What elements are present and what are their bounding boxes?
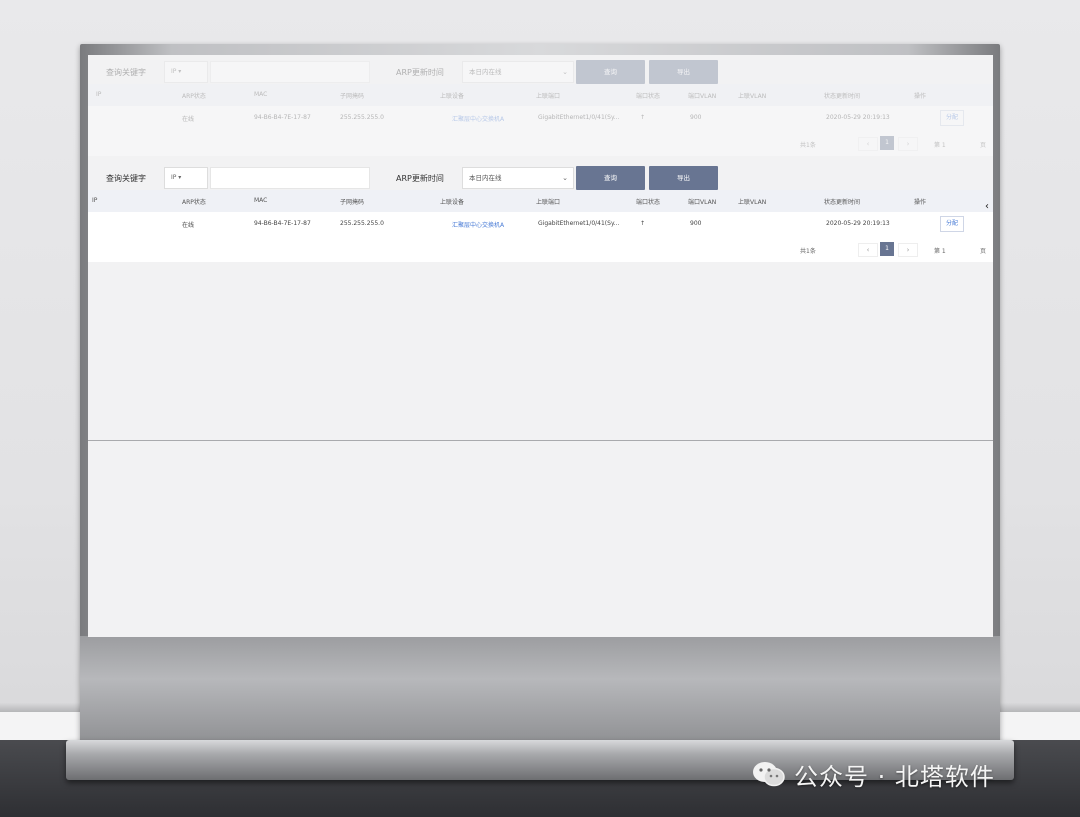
pager-next-button[interactable]: › [898, 243, 918, 257]
ghost-th-action: 操作 [914, 93, 927, 100]
export-button[interactable]: 导出 [649, 166, 718, 190]
ghost-pager: 共1条 ‹ 1 › 第 1 页 [88, 130, 993, 156]
ghost-cell-time: 2020-05-29 20:19:13 [826, 114, 890, 121]
watermark-text: 公众号 · 北塔软件 [794, 762, 995, 791]
ghost-th-port-status: 端口状态 [636, 93, 661, 100]
display-bezel-bottom [80, 636, 1000, 744]
ghost-cell-mac: 94-B6-B4-7E-17-87 [254, 114, 311, 121]
query-toolbar: 查询关键字 IP ▾ ARP更新时间 本日内在线 ⌄ 查询 导出 [88, 163, 993, 193]
ghost-th-device: 上联设备 [440, 93, 465, 100]
ghost-toolbar: 查询关键字 IP ▾ ARP更新时间 本日内在线 ⌄ 查询 导出 [88, 57, 993, 87]
ghost-th-up-vlan: 上联VLAN [738, 93, 767, 100]
ghost-keyword-label: 查询关键字 [106, 68, 146, 77]
keyword-label: 查询关键字 [106, 174, 146, 183]
ghost-pager-total: 共1条 [800, 142, 816, 149]
th-ip[interactable]: IP [92, 197, 97, 204]
ghost-cell-arp: 在线 [182, 116, 195, 123]
arp-table: IP ARP状态 MAC 子网掩码 上联设备 上联端口 端口状态 端口VLAN … [88, 190, 993, 262]
wechat-icon [753, 762, 785, 787]
ghost-pager-current[interactable]: 1 [880, 136, 894, 150]
assign-button[interactable]: 分配 [940, 216, 964, 232]
time-select-value: 本日内在线 [469, 174, 502, 182]
cell-port-vlan: 900 [690, 220, 702, 227]
cell-arp-status: 在线 [182, 222, 195, 229]
ghost-table: IP ARP状态 MAC 子网掩码 上联设备 上联端口 端口状态 端口VLAN … [88, 84, 993, 156]
th-device[interactable]: 上联设备 [440, 197, 464, 206]
ghost-keyword-input[interactable] [210, 61, 370, 83]
ghost-time-label: ARP更新时间 [396, 68, 444, 77]
ghost-table-header: IP ARP状态 MAC 子网掩码 上联设备 上联端口 端口状态 端口VLAN … [88, 84, 993, 106]
ghost-cell-port-status: ↑ [640, 114, 646, 121]
ghost-th-arp: ARP状态 [182, 93, 206, 100]
ghost-cell-device-link[interactable]: 汇聚层中心交换机A [452, 114, 504, 123]
ghost-th-ip: IP [96, 91, 102, 98]
query-button[interactable]: 查询 [576, 166, 645, 190]
ghost-export-button[interactable]: 导出 [649, 60, 718, 84]
ghost-th-mac: MAC [254, 91, 268, 98]
th-mask[interactable]: 子网掩码 [340, 197, 364, 206]
scroll-left-arrow-icon[interactable]: ‹ [985, 201, 989, 212]
cell-update-time: 2020-05-29 20:19:13 [826, 220, 890, 227]
th-port-status[interactable]: 端口状态 [636, 197, 660, 206]
pager-goto-select[interactable]: 第 1 [934, 246, 946, 255]
cell-mac: 94-B6-B4-7E-17-87 [254, 220, 311, 227]
th-arp-status[interactable]: ARP状态 [182, 197, 206, 206]
chevron-down-icon: ⌄ [562, 174, 568, 182]
pager: 共1条 ‹ 1 › 第 1 页 [88, 236, 993, 262]
cell-mask: 255.255.255.0 [340, 220, 384, 227]
table-header: IP ARP状态 MAC 子网掩码 上联设备 上联端口 端口状态 端口VLAN … [88, 190, 993, 212]
keyword-input[interactable] [210, 167, 370, 189]
ghost-assign-button[interactable]: 分配 [940, 110, 964, 126]
pager-total: 共1条 [800, 248, 816, 255]
ghost-pager-next[interactable]: › [898, 137, 918, 151]
cell-device-link[interactable]: 汇聚层中心交换机A [452, 220, 504, 229]
pager-suffix: 页 [980, 248, 987, 255]
ghost-th-port-vlan: 端口VLAN [688, 93, 717, 100]
ghost-cell-port: GigabitEthernet1/0/41(Sy... [538, 114, 620, 121]
ghost-pager-suffix: 页 [980, 142, 987, 149]
ghost-th-mask: 子网掩码 [340, 93, 365, 100]
watermark: 公众号 · 北塔软件 [752, 758, 995, 791]
th-update-time[interactable]: 状态更新时间 [824, 197, 860, 206]
ghost-th-time: 状态更新时间 [824, 93, 861, 100]
th-port-vlan[interactable]: 端口VLAN [688, 197, 716, 206]
cell-port: GigabitEthernet1/0/41(Sy... [538, 220, 620, 227]
table-row: 在线 94-B6-B4-7E-17-87 255.255.255.0 汇聚层中心… [88, 212, 993, 237]
ghost-keyword-type-select[interactable]: IP ▾ [164, 61, 208, 83]
th-mac[interactable]: MAC [254, 197, 267, 204]
keyword-type-select[interactable]: IP ▾ [164, 167, 208, 189]
th-up-vlan[interactable]: 上联VLAN [738, 197, 766, 206]
th-port[interactable]: 上联端口 [536, 197, 560, 206]
ghost-time-select[interactable]: 本日内在线 ⌄ [462, 61, 574, 83]
ghost-th-port: 上联端口 [536, 93, 561, 100]
pager-current-page[interactable]: 1 [880, 242, 894, 256]
ghost-pager-goto[interactable]: 第 1 [934, 140, 946, 149]
ghost-query-button[interactable]: 查询 [576, 60, 645, 84]
ghost-cell-mask: 255.255.255.0 [340, 114, 384, 121]
screen-divider [88, 440, 993, 441]
time-label: ARP更新时间 [396, 174, 444, 183]
time-select[interactable]: 本日内在线 ⌄ [462, 167, 574, 189]
ghost-cell-port-vlan: 900 [690, 114, 702, 121]
ghost-table-row: 在线 94-B6-B4-7E-17-87 255.255.255.0 汇聚层中心… [88, 106, 993, 131]
cell-port-status: ↑ [640, 220, 646, 227]
pager-prev-button[interactable]: ‹ [858, 243, 878, 257]
display-screen: 查询关键字 IP ▾ ARP更新时间 本日内在线 ⌄ 查询 导出 IP ARP状态… [88, 55, 993, 637]
th-action: 操作 [914, 199, 927, 206]
ghost-pager-prev[interactable]: ‹ [858, 137, 878, 151]
